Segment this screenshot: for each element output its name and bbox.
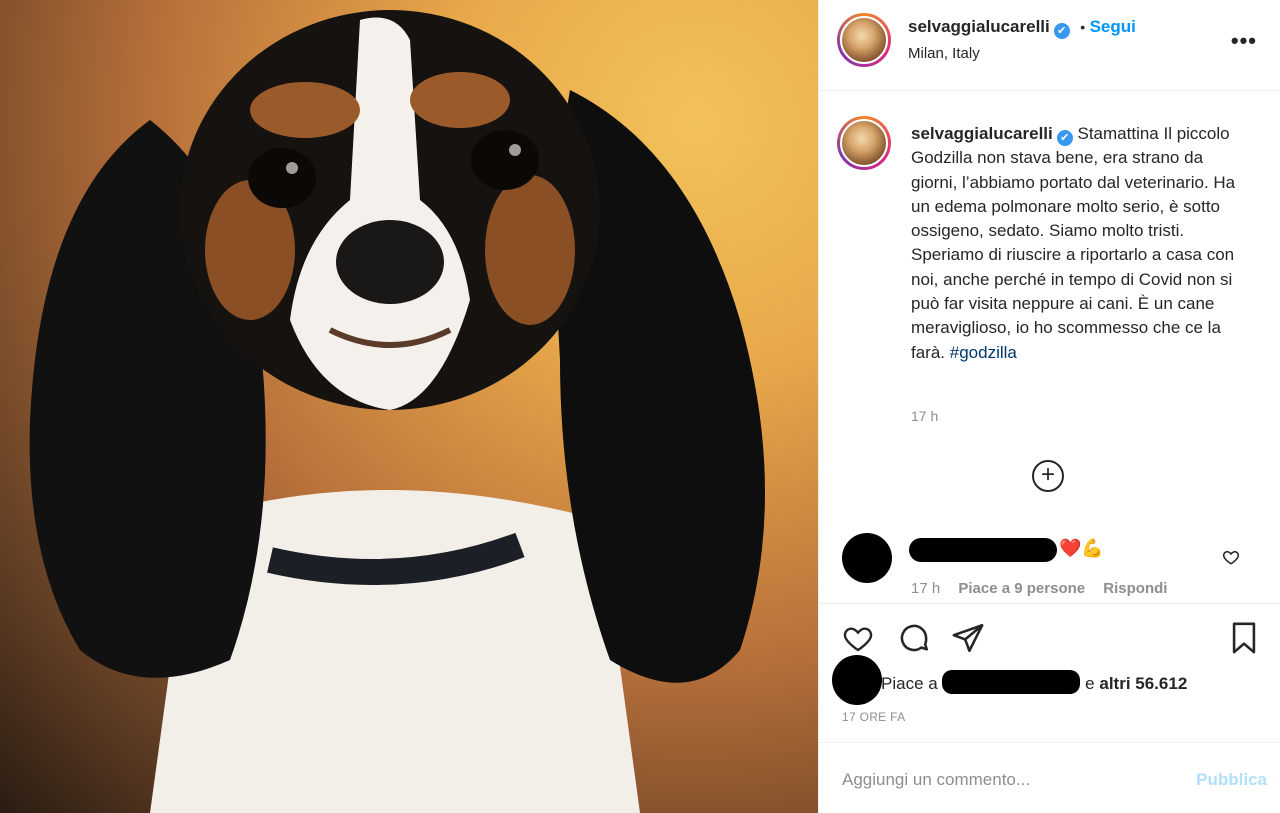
comment-emojis: ❤️💪: [1059, 538, 1104, 558]
comment-meta: 17 h Piace a 9 persone Rispondi: [911, 580, 1181, 597]
post-panel: selvaggialucarelli ✔ • Segui Milan, Italy…: [818, 0, 1280, 813]
caption-username[interactable]: selvaggialucarelli: [911, 124, 1053, 143]
liker-avatar[interactable]: [832, 655, 882, 705]
more-options-icon[interactable]: •••: [1231, 28, 1257, 54]
dog-photo-illustration: [29, 10, 765, 813]
author-username[interactable]: selvaggialucarelli: [908, 17, 1050, 36]
post-caption: selvaggialucarelli ✔ Stamattina Il piccol…: [911, 122, 1251, 365]
caption-verified-icon: ✔: [1056, 130, 1073, 146]
bookmark-icon[interactable]: [1227, 620, 1261, 656]
caption-text: Stamattina Il piccolo Godzilla non stava…: [911, 124, 1236, 362]
follow-button[interactable]: Segui: [1090, 17, 1136, 36]
add-comment-bar: Aggiungi un commento... Pubblica: [819, 742, 1280, 813]
author-avatar[interactable]: [837, 13, 891, 67]
post-time-ago[interactable]: 17 ORE FA: [842, 710, 905, 724]
likes-prefix: Piace a: [881, 674, 938, 693]
comment-time[interactable]: 17 h: [911, 580, 940, 597]
comment-reply-button[interactable]: Rispondi: [1103, 580, 1167, 597]
post-photo[interactable]: [0, 0, 818, 813]
likes-others[interactable]: altri 56.612: [1099, 674, 1187, 693]
caption-author-avatar[interactable]: [837, 116, 891, 170]
likes-suffix: e: [1085, 674, 1095, 693]
comment-icon[interactable]: [897, 621, 931, 655]
caption-hashtag[interactable]: #godzilla: [950, 343, 1017, 362]
comment-input[interactable]: Aggiungi un commento...: [842, 770, 1030, 790]
liker-name-redacted: [942, 670, 1081, 694]
post-header: selvaggialucarelli ✔ • Segui Milan, Italy…: [819, 0, 1280, 91]
publish-button[interactable]: Pubblica: [1196, 770, 1267, 790]
follow-separator: •: [1080, 19, 1086, 35]
verified-badge-icon: ✔: [1053, 23, 1070, 39]
paper-plane-icon[interactable]: [951, 621, 985, 655]
likes-summary[interactable]: Piace a e altri 56.612: [881, 670, 1187, 694]
post-location[interactable]: Milan, Italy: [908, 45, 980, 62]
author-line: selvaggialucarelli ✔ • Segui: [908, 17, 1136, 39]
load-more-comments-icon[interactable]: +: [1032, 460, 1064, 492]
commenter-name-redacted: [909, 538, 1057, 562]
caption-time[interactable]: 17 h: [911, 408, 938, 424]
commenter-avatar[interactable]: [842, 533, 892, 583]
heart-icon[interactable]: [841, 622, 875, 654]
comment-likes[interactable]: Piace a 9 persone: [958, 580, 1085, 597]
small-heart-icon[interactable]: [1222, 548, 1240, 566]
